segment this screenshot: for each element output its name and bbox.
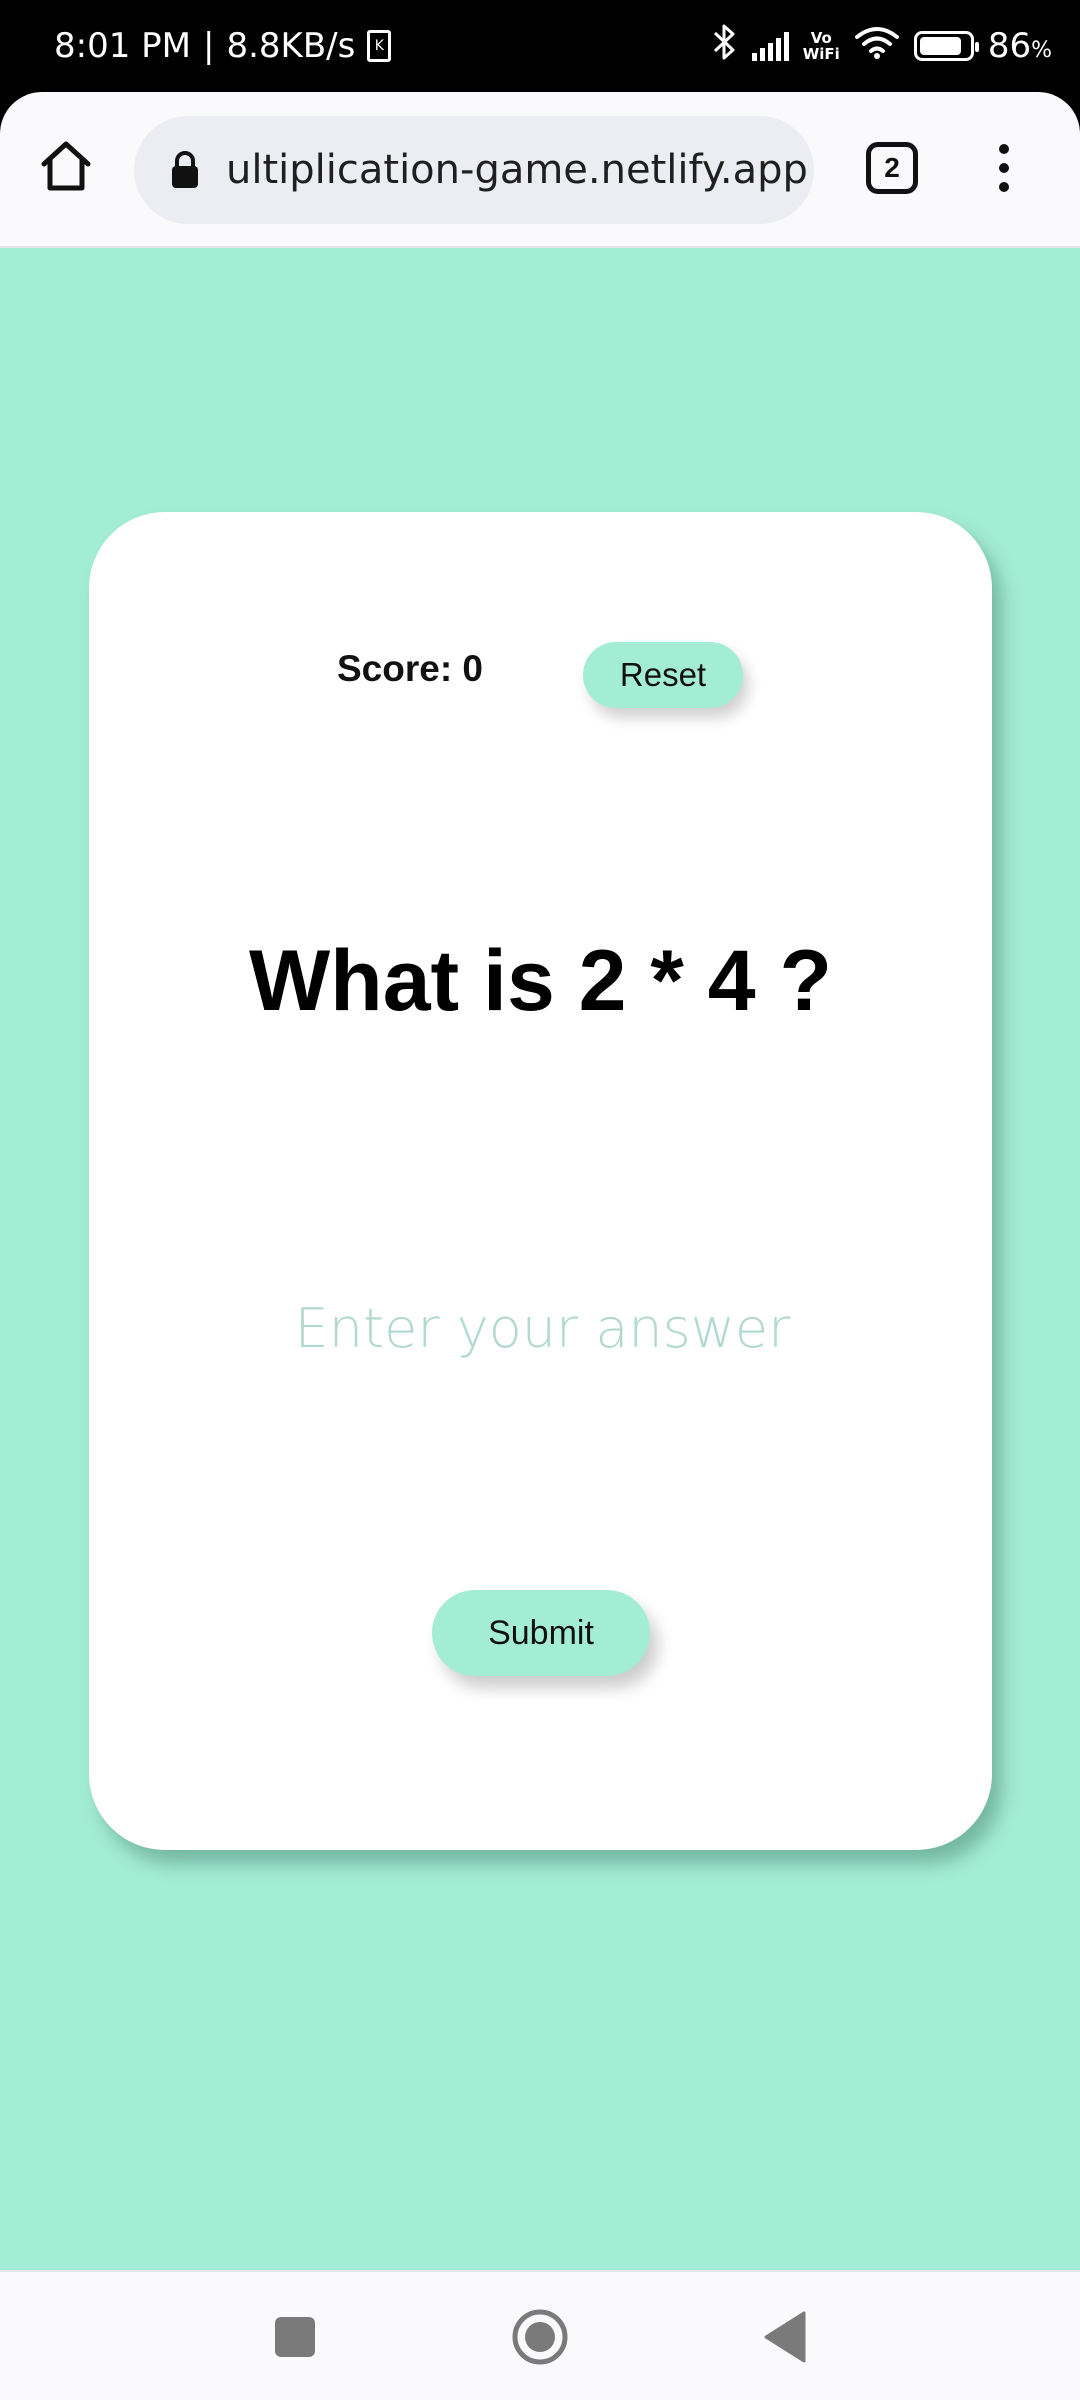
- more-vert-icon[interactable]: [984, 130, 1024, 206]
- browser-toolbar: ultiplication-game.netlify.app 2: [0, 92, 1080, 248]
- lock-icon[interactable]: [170, 150, 200, 190]
- address-bar[interactable]: ultiplication-game.netlify.app: [134, 116, 814, 224]
- vowifi-icon: Vo WiFi: [803, 30, 840, 62]
- back-button[interactable]: [750, 2302, 820, 2372]
- navigation-bar: [0, 2270, 1080, 2400]
- recents-button[interactable]: [260, 2302, 330, 2372]
- web-page: Score: 0 Reset What is 2 * 4 ? Submit: [0, 248, 1080, 2270]
- submit-button[interactable]: Submit: [432, 1590, 650, 1676]
- bluetooth-icon: [712, 23, 738, 70]
- reset-button[interactable]: Reset: [583, 642, 743, 708]
- url-text[interactable]: ultiplication-game.netlify.app: [226, 147, 808, 193]
- tab-count: 2: [884, 152, 900, 183]
- cell-signal-icon: [751, 31, 789, 61]
- status-separator: |: [203, 26, 215, 66]
- vowifi-top: Vo: [810, 29, 832, 47]
- recents-square-icon: [275, 2317, 315, 2357]
- home-circle-icon: [512, 2309, 568, 2365]
- clock: 8:01 PM: [54, 26, 191, 66]
- battery-percent-symbol: %: [1031, 38, 1052, 63]
- phone-screen: 8:01 PM | 8.8KB/s K Vo WiFi 86% ultiplic…: [0, 0, 1080, 2400]
- battery-percent-value: 86: [987, 26, 1032, 66]
- home-button[interactable]: [30, 130, 102, 202]
- home-nav-button[interactable]: [505, 2302, 575, 2372]
- tab-switcher-button[interactable]: 2: [866, 142, 918, 194]
- battery-percent: 86%: [988, 26, 1052, 66]
- battery-fill: [919, 37, 961, 55]
- vowifi-bottom: WiFi: [802, 45, 840, 63]
- question-text: What is 2 * 4 ?: [248, 933, 833, 1029]
- back-triangle-icon: [764, 2311, 806, 2363]
- home-icon: [41, 141, 91, 191]
- battery-icon: [913, 31, 979, 61]
- wifi-icon: [854, 25, 900, 68]
- status-right: Vo WiFi 86%: [712, 0, 1052, 92]
- game-card: Score: 0 Reset What is 2 * 4 ? Submit: [89, 512, 992, 1850]
- answer-input[interactable]: [239, 1282, 846, 1374]
- status-bar: 8:01 PM | 8.8KB/s K Vo WiFi 86%: [0, 0, 1080, 92]
- score-label: Score: 0: [337, 648, 484, 689]
- network-speed: 8.8KB/s: [226, 26, 356, 66]
- status-left: 8:01 PM | 8.8KB/s K: [54, 0, 392, 92]
- sim-card-icon: K: [367, 30, 392, 62]
